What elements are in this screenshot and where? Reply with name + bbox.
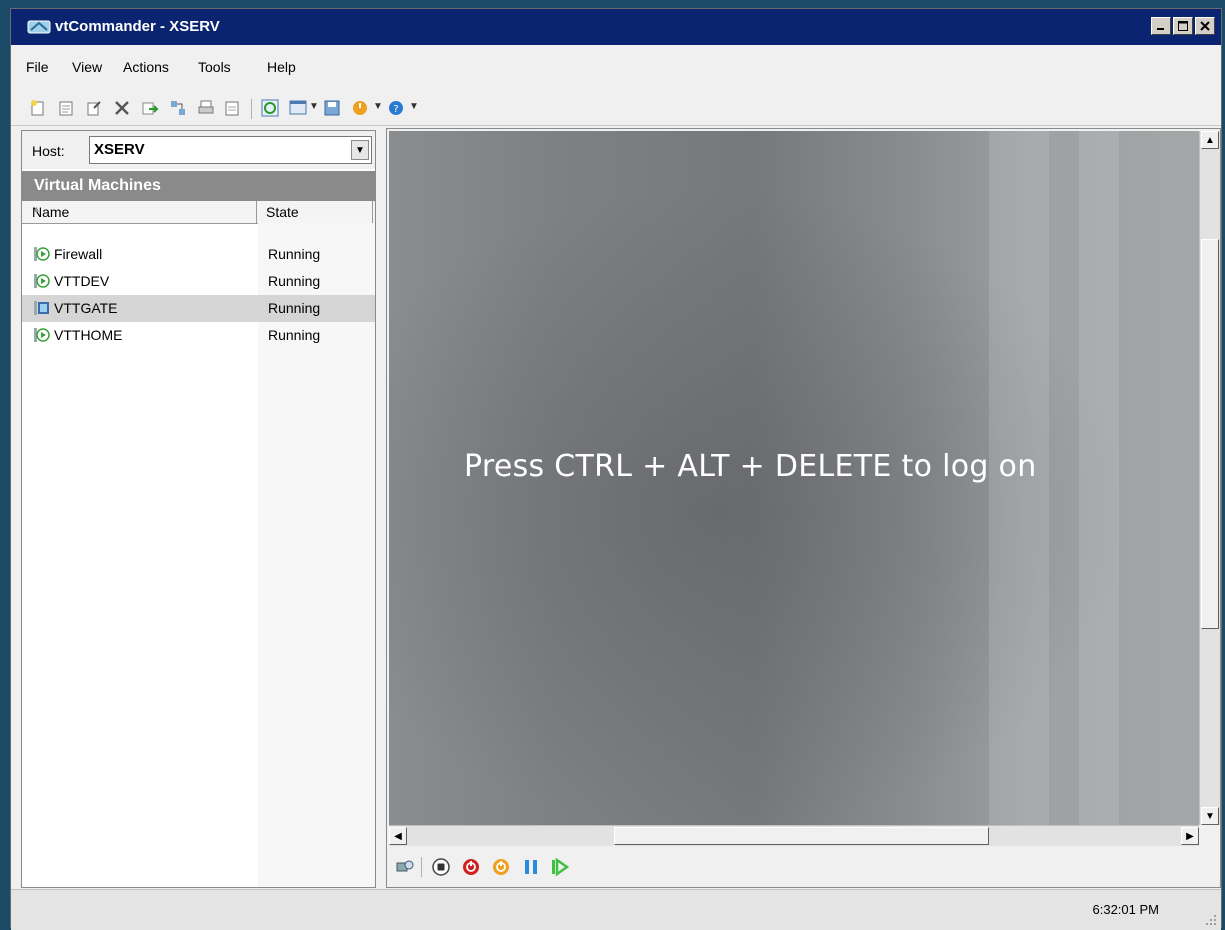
delete-icon[interactable] [113, 99, 131, 117]
host-label: Host: [32, 143, 65, 159]
refresh-icon[interactable] [261, 99, 279, 117]
vm-panel-title: Virtual Machines [34, 177, 161, 194]
app-window: vtCommander - XSERV File View Actions To… [10, 8, 1222, 930]
menu-file[interactable]: File [26, 59, 49, 75]
vm-name: Firewall [54, 246, 103, 262]
vm-console-display[interactable]: Press CTRL + ALT + DELETE to log on [389, 131, 1199, 825]
resize-grip-icon[interactable] [1205, 914, 1217, 926]
scroll-right-button[interactable]: ▶ [1181, 827, 1199, 845]
toolbar-separator [421, 857, 422, 877]
power-icon[interactable] [351, 99, 369, 117]
menu-actions[interactable]: Actions [123, 59, 169, 75]
app-logo-icon [27, 20, 51, 34]
vm-state: Running [268, 300, 321, 316]
menu-tools[interactable]: Tools [198, 59, 231, 75]
vertical-scrollbar[interactable]: ▲ ▼ [1199, 131, 1220, 825]
minimize-icon [1157, 28, 1164, 30]
close-button[interactable] [1195, 17, 1215, 35]
vm-name: VTTHOME [54, 327, 123, 343]
vm-running-icon [34, 247, 50, 261]
vm-row-vttdev[interactable]: VTTDEV Running [22, 268, 375, 295]
console-background-streak [1079, 131, 1119, 825]
menu-bar: File View Actions Tools Help [11, 45, 1221, 87]
window-title: vtCommander - XSERV [55, 18, 220, 35]
vm-name: VTTGATE [54, 300, 118, 316]
maximize-icon [1178, 21, 1188, 31]
properties-icon[interactable] [57, 99, 75, 117]
toolbar-separator [251, 99, 252, 119]
title-bar[interactable]: vtCommander - XSERV [11, 9, 1221, 45]
vm-column-headers: Name ▲ State [22, 201, 375, 224]
close-icon [1200, 21, 1210, 31]
pause-icon[interactable] [521, 857, 541, 877]
power-dropdown-icon[interactable]: ▼ [373, 101, 383, 112]
column-header-state[interactable]: State [258, 201, 373, 223]
shutdown-icon[interactable] [491, 857, 511, 877]
vm-name: VTTDEV [54, 273, 110, 289]
power-off-icon[interactable] [461, 857, 481, 877]
vm-state: Running [268, 246, 321, 262]
vm-list-pane: Host: XSERV ▼ Virtual Machines Name ▲ St… [21, 130, 376, 888]
vm-control-toolbar [389, 849, 1219, 885]
send-keys-icon[interactable] [395, 857, 415, 877]
print-icon[interactable] [197, 99, 215, 117]
resume-icon[interactable] [549, 857, 569, 877]
host-dropdown[interactable]: XSERV ▼ [89, 136, 372, 164]
vm-state: Running [268, 327, 321, 343]
menu-help[interactable]: Help [267, 59, 296, 75]
vertical-scroll-thumb[interactable] [1201, 239, 1219, 629]
view-icon[interactable] [289, 99, 307, 117]
vm-row-vttgate[interactable]: VTTGATE Running [22, 295, 375, 322]
main-toolbar: ▼ ▼ ? ▼ [11, 87, 1221, 126]
menu-view[interactable]: View [72, 59, 102, 75]
scroll-up-button[interactable]: ▲ [1201, 131, 1219, 149]
column-header-name[interactable]: Name ▲ [22, 201, 257, 223]
horizontal-scroll-thumb[interactable] [614, 827, 989, 845]
help-icon[interactable]: ? [387, 99, 405, 117]
edit-icon[interactable] [85, 99, 103, 117]
sort-ascending-icon: ▲ [32, 204, 41, 214]
vm-running-icon [34, 274, 50, 288]
vm-row-firewall[interactable]: Firewall Running [22, 241, 375, 268]
minimize-button[interactable] [1151, 17, 1171, 35]
view-dropdown-icon[interactable]: ▼ [309, 101, 319, 112]
console-pane: Press CTRL + ALT + DELETE to log on ▲ ▼ … [386, 128, 1221, 888]
clone-icon[interactable] [169, 99, 187, 117]
host-selector-row: Host: XSERV ▼ [22, 131, 375, 169]
scroll-down-button[interactable]: ▼ [1201, 807, 1219, 825]
vm-panel-header: Virtual Machines [22, 171, 375, 201]
svg-text:?: ? [393, 104, 398, 115]
vm-state: Running [268, 273, 321, 289]
chevron-down-icon[interactable]: ▼ [351, 140, 369, 160]
scroll-left-button[interactable]: ◀ [389, 827, 407, 845]
vm-console-icon [34, 301, 49, 315]
status-bar: 6:32:01 PM [11, 889, 1221, 930]
column-state-label: State [266, 204, 299, 220]
stop-icon[interactable] [431, 857, 451, 877]
vm-row-vtthome[interactable]: VTTHOME Running [22, 322, 375, 349]
save-icon[interactable] [323, 99, 341, 117]
status-time: 6:32:01 PM [1092, 902, 1160, 917]
export-icon[interactable] [141, 99, 159, 117]
maximize-button[interactable] [1173, 17, 1193, 35]
notes-icon[interactable] [223, 99, 241, 117]
help-dropdown-icon[interactable]: ▼ [409, 101, 419, 112]
horizontal-scrollbar[interactable]: ◀ ▶ [389, 825, 1199, 846]
vm-running-icon [34, 328, 50, 342]
new-vm-icon[interactable] [29, 99, 47, 117]
logon-message: Press CTRL + ALT + DELETE to log on [464, 449, 1037, 484]
host-value: XSERV [94, 141, 145, 158]
